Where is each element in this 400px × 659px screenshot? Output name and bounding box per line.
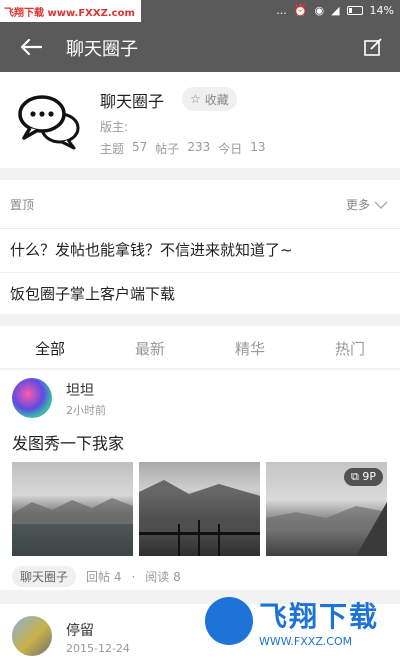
post-image[interactable]: [12, 462, 133, 556]
back-button[interactable]: [16, 32, 46, 62]
page-title: 聊天圈子: [66, 39, 138, 60]
alarm-icon: ⏰: [293, 4, 308, 17]
back-arrow-icon: [20, 38, 43, 56]
tab-featured[interactable]: 精华: [200, 326, 300, 368]
pinned-label: 置顶: [10, 198, 35, 212]
images-icon: ⧉: [351, 470, 363, 483]
chat-bubbles-icon: [16, 90, 82, 150]
pinned-section: 置顶 更多 什么？发帖也能拿钱？不信进来就知道了~ 饭包圈子掌上客户端下载: [0, 180, 400, 314]
today-count: 13: [250, 140, 266, 154]
post-author[interactable]: 停留: [66, 620, 94, 640]
star-icon: ☆: [190, 92, 201, 106]
pinned-item[interactable]: 什么？发帖也能拿钱？不信进来就知道了~: [0, 228, 400, 270]
post-author[interactable]: 坦坦: [66, 380, 94, 400]
image-count: 9P: [362, 470, 376, 483]
forum-header: 聊天圈子 ☆ 收藏 版主: 主题 57 帖子 233 今日 13: [0, 72, 400, 168]
moderator-label: 版主:: [100, 120, 129, 134]
more-label: 更多: [345, 198, 370, 212]
watermark-url: WWW.FXXZ.COM: [259, 634, 353, 648]
avatar[interactable]: [12, 616, 52, 656]
forum-name: 聊天圈子: [100, 92, 165, 111]
reply-count: 回帖 4: [86, 570, 122, 584]
filter-tabs: 全部 最新 精华 热门: [0, 326, 400, 368]
posts-count: 233: [187, 140, 211, 154]
battery-icon: [346, 6, 363, 15]
posts-label: 帖子: [155, 142, 180, 156]
watermark-text: 飞翔下载 WWW.FXXZ.COM: [259, 595, 379, 648]
post-time: 2小时前: [66, 404, 106, 417]
tab-all[interactable]: 全部: [0, 326, 100, 368]
tab-latest[interactable]: 最新: [100, 326, 200, 368]
favorite-button[interactable]: ☆ 收藏: [182, 87, 237, 111]
pinned-item[interactable]: 饭包圈子掌上客户端下载: [0, 272, 400, 314]
battery-level: 14%: [369, 4, 394, 17]
topics-label: 主题: [100, 142, 125, 156]
status-bar: 飞翔下载 www.FXXZ.com ... ⏰ ◉ ◢ 14%: [0, 0, 400, 22]
chevron-down-icon: [374, 201, 388, 209]
favorite-label: 收藏: [204, 92, 229, 107]
watermark-label: 飞翔下载 www.FXXZ.com: [0, 0, 141, 22]
post-time: 2015-12-24: [66, 642, 130, 655]
compose-button[interactable]: [362, 36, 384, 58]
post-images: ⧉ 9P: [12, 462, 388, 556]
signal-icon: ◢: [331, 4, 340, 17]
dots-indicator: ...: [276, 4, 287, 17]
read-count: 阅读 8: [145, 570, 181, 584]
today-label: 今日: [218, 142, 243, 156]
avatar[interactable]: [12, 378, 52, 418]
image-count-badge: ⧉ 9P: [344, 468, 383, 486]
tab-hot[interactable]: 热门: [300, 326, 400, 368]
topics-count: 57: [132, 140, 148, 154]
app-bar: 聊天圈子: [0, 22, 400, 72]
post-footer: 聊天圈子 回帖 4 · 阅读 8: [12, 566, 181, 587]
watermark-brand: 飞翔下载: [259, 599, 380, 633]
post-text[interactable]: 发图秀一下我家: [12, 430, 124, 454]
forum-stats: 主题 57 帖子 233 今日 13: [100, 140, 266, 157]
post-card[interactable]: 坦坦 2小时前 发图秀一下我家 ⧉ 9P 聊天圈子 回帖 4 · 阅读 8: [0, 370, 400, 590]
more-button[interactable]: 更多: [346, 196, 388, 213]
watermark-emblem: [205, 597, 253, 645]
status-icons: ... ⏰ ◉ ◢ 14%: [276, 4, 394, 17]
wifi-icon: ◉: [314, 4, 325, 17]
forum-tag[interactable]: 聊天圈子: [12, 566, 77, 587]
separator-dot: ·: [131, 569, 136, 584]
watermark-logo: 飞翔下载 WWW.FXXZ.COM: [205, 589, 395, 653]
post-image[interactable]: [139, 462, 260, 556]
post-image[interactable]: ⧉ 9P: [266, 462, 387, 556]
edit-icon: [364, 38, 382, 56]
